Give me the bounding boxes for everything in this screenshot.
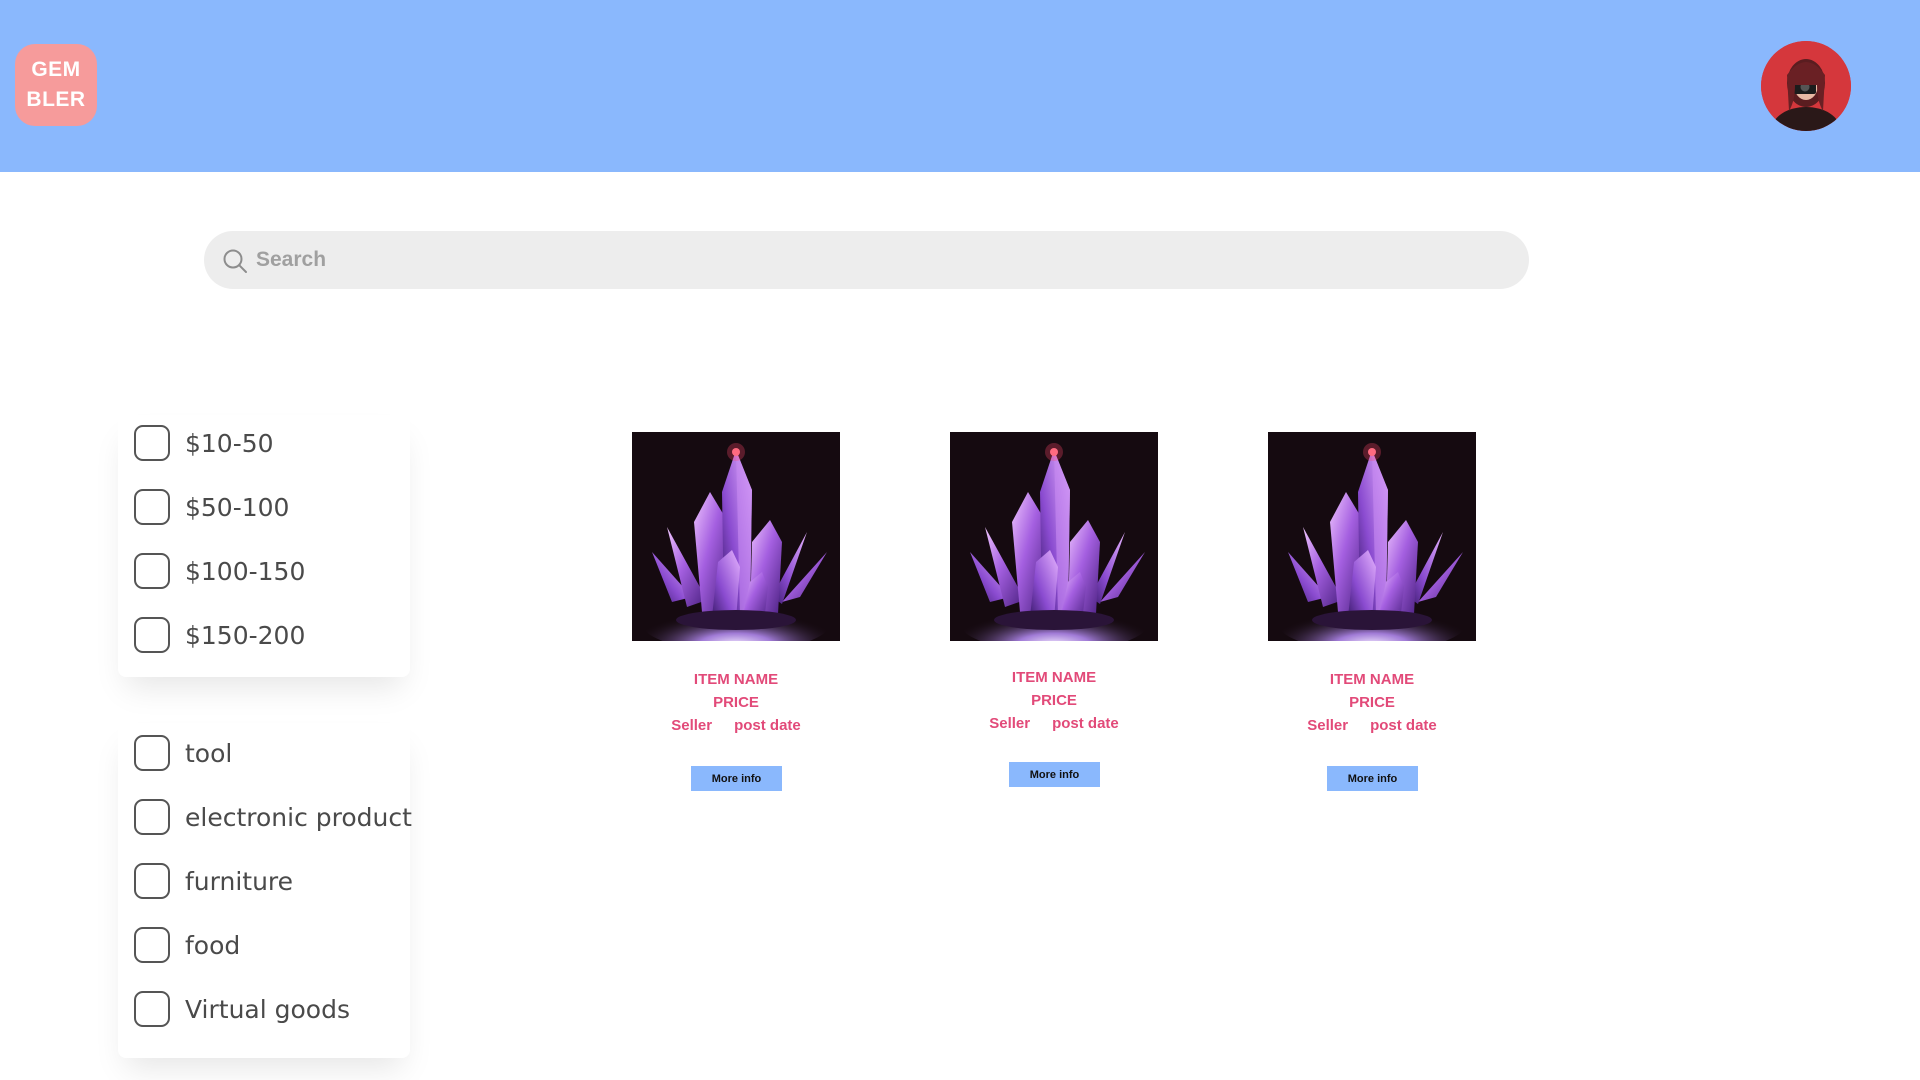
- gembler-logo[interactable]: GEM BLER: [15, 44, 97, 126]
- filter-category-virtual-goods[interactable]: Virtual goods: [134, 989, 350, 1029]
- search-bar[interactable]: [204, 231, 1529, 289]
- product-image[interactable]: [1268, 432, 1476, 641]
- logo-text-line1: GEM: [31, 58, 81, 81]
- filter-label: furniture: [185, 866, 294, 896]
- product-info: ITEM NAME PRICE Seller post date: [612, 668, 860, 737]
- crystal-image: [1268, 432, 1476, 641]
- checkbox-icon[interactable]: [134, 617, 170, 653]
- product-name: ITEM NAME: [1329, 671, 1415, 688]
- more-info-button[interactable]: More info: [691, 766, 782, 791]
- filter-price-100-150[interactable]: $100-150: [134, 551, 305, 591]
- more-info-button[interactable]: More info: [1327, 766, 1418, 791]
- crystal-image: [950, 432, 1158, 641]
- filter-label: electronic product: [185, 802, 412, 832]
- product-info: ITEM NAME PRICE Seller post date: [1248, 668, 1496, 737]
- search-icon: [223, 249, 247, 273]
- price-filter-panel: $10-50 $50-100 $100-150 $150-200: [118, 415, 410, 677]
- checkbox-icon[interactable]: [134, 489, 170, 525]
- checkbox-icon[interactable]: [134, 425, 170, 461]
- product-image[interactable]: [950, 432, 1158, 641]
- filter-category-tool[interactable]: tool: [134, 733, 232, 773]
- product-date: post date: [1052, 715, 1119, 732]
- product-price: PRICE: [1349, 694, 1395, 711]
- user-avatar[interactable]: [1761, 41, 1851, 131]
- product-image[interactable]: [632, 432, 840, 641]
- filter-category-food[interactable]: food: [134, 925, 240, 965]
- product-date: post date: [734, 717, 801, 734]
- filter-label: food: [185, 930, 241, 960]
- product-seller: Seller: [1307, 717, 1349, 734]
- product-name: ITEM NAME: [1011, 669, 1097, 686]
- product-info: ITEM NAME PRICE Seller post date: [930, 666, 1178, 735]
- crystal-image: [632, 432, 840, 641]
- filter-label: $150-200: [185, 620, 306, 650]
- top-header: GEM BLER: [0, 0, 1920, 172]
- checkbox-icon[interactable]: [134, 799, 170, 835]
- product-date: post date: [1370, 717, 1437, 734]
- product-seller: Seller: [671, 717, 713, 734]
- filter-category-furniture[interactable]: furniture: [134, 861, 293, 901]
- filter-label: $50-100: [185, 492, 290, 522]
- checkbox-icon[interactable]: [134, 927, 170, 963]
- filter-category-electronic-product[interactable]: electronic product: [134, 797, 412, 837]
- checkbox-icon[interactable]: [134, 863, 170, 899]
- product-seller: Seller: [989, 715, 1031, 732]
- filter-label: tool: [185, 738, 233, 768]
- checkbox-icon[interactable]: [134, 735, 170, 771]
- search-input[interactable]: [250, 231, 1450, 289]
- checkbox-icon[interactable]: [134, 553, 170, 589]
- avatar-photo: [1761, 41, 1851, 131]
- logo-text-line2: BLER: [26, 88, 86, 111]
- filter-price-150-200[interactable]: $150-200: [134, 615, 305, 655]
- product-name: ITEM NAME: [693, 671, 779, 688]
- more-info-button[interactable]: More info: [1009, 762, 1100, 787]
- checkbox-icon[interactable]: [134, 991, 170, 1027]
- product-price: PRICE: [713, 694, 759, 711]
- product-price: PRICE: [1031, 692, 1077, 709]
- filter-price-10-50[interactable]: $10-50: [134, 423, 274, 463]
- filter-label: $10-50: [185, 428, 274, 458]
- filter-label: $100-150: [185, 556, 306, 586]
- filter-price-50-100[interactable]: $50-100: [134, 487, 289, 527]
- filter-label: Virtual goods: [185, 994, 350, 1024]
- category-filter-panel: tool electronic product furniture food V…: [118, 723, 412, 1058]
